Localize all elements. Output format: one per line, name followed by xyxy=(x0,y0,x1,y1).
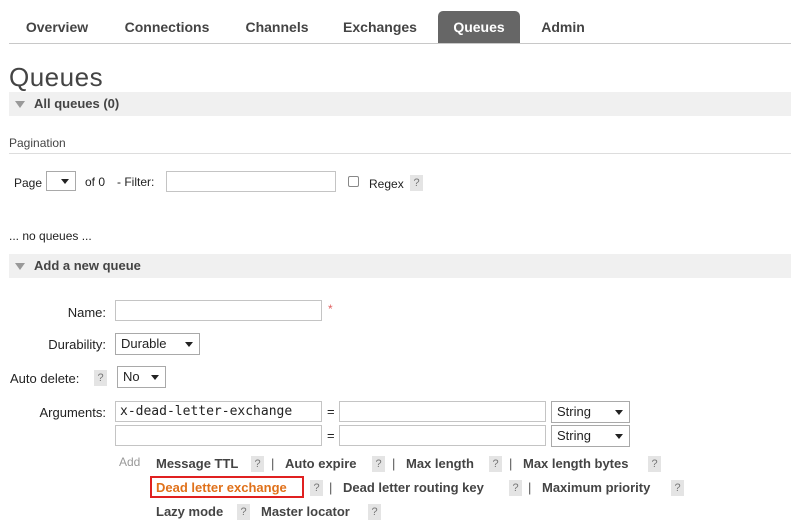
pagination-divider xyxy=(9,153,791,154)
dropdown-arrow-icon xyxy=(185,342,193,347)
pagination-heading: Pagination xyxy=(9,136,66,150)
queue-name-input[interactable] xyxy=(115,300,322,321)
arg-link-lazy-mode[interactable]: Lazy mode xyxy=(156,504,223,519)
argument-equals: = xyxy=(327,428,335,443)
tab-admin[interactable]: Admin xyxy=(527,11,599,43)
arg-link-dead-letter-routing-key[interactable]: Dead letter routing key xyxy=(343,480,484,495)
dropdown-arrow-icon xyxy=(615,434,623,439)
collapse-triangle-icon xyxy=(15,101,25,108)
arg-link-master-locator[interactable]: Master locator xyxy=(261,504,350,519)
arg-link-max-length-bytes[interactable]: Max length bytes xyxy=(523,456,628,471)
argument-value-input[interactable] xyxy=(339,401,546,422)
tab-connections[interactable]: Connections xyxy=(109,11,225,43)
add-queue-section-toggle[interactable]: Add a new queue xyxy=(9,254,791,278)
max-length-bytes-help-icon[interactable]: ? xyxy=(648,456,661,472)
argument-value-input[interactable] xyxy=(339,425,546,446)
all-queues-heading: All queues (0) xyxy=(34,96,120,111)
collapse-triangle-icon xyxy=(15,263,25,270)
auto-expire-help-icon[interactable]: ? xyxy=(372,456,385,472)
master-locator-help-icon[interactable]: ? xyxy=(368,504,381,520)
regex-label: Regex xyxy=(369,177,404,191)
separator: | xyxy=(271,456,275,471)
no-queues-text: ... no queues ... xyxy=(9,229,92,243)
regex-checkbox[interactable] xyxy=(348,176,359,187)
tab-channels[interactable]: Channels xyxy=(229,11,325,43)
main-nav-tabs: Overview Connections Channels Exchanges … xyxy=(9,11,791,44)
arg-link-maximum-priority[interactable]: Maximum priority xyxy=(542,480,650,495)
name-label: Name: xyxy=(67,305,106,320)
dead-letter-routing-key-help-icon[interactable]: ? xyxy=(509,480,522,496)
separator: | xyxy=(392,456,396,471)
arguments-label: Arguments: xyxy=(39,405,106,420)
durability-select[interactable]: Durable xyxy=(115,333,200,355)
regex-help-icon[interactable]: ? xyxy=(410,175,423,191)
dropdown-arrow-icon xyxy=(615,410,623,415)
argument-equals: = xyxy=(327,404,335,419)
page-count-text: of 0 xyxy=(85,175,106,189)
dropdown-arrow-icon xyxy=(61,179,69,184)
filter-input[interactable] xyxy=(166,171,336,192)
tab-exchanges[interactable]: Exchanges xyxy=(331,11,429,43)
required-marker: * xyxy=(328,302,333,316)
argument-key-input[interactable] xyxy=(115,425,322,446)
arg-link-max-length[interactable]: Max length xyxy=(406,456,474,471)
argument-key-input[interactable]: x-dead-letter-exchange xyxy=(115,401,322,422)
add-queue-heading: Add a new queue xyxy=(34,258,141,273)
argument-type-select[interactable]: String xyxy=(551,401,630,423)
durability-label: Durability: xyxy=(48,337,106,352)
separator: | xyxy=(509,456,513,471)
tab-overview[interactable]: Overview xyxy=(9,11,105,43)
lazy-mode-help-icon[interactable]: ? xyxy=(237,504,250,520)
auto-delete-select[interactable]: No xyxy=(117,366,166,388)
max-length-help-icon[interactable]: ? xyxy=(489,456,502,472)
filter-label: - Filter: xyxy=(117,175,155,189)
argument-type-select[interactable]: String xyxy=(551,425,630,447)
separator: | xyxy=(329,480,333,495)
page-title: Queues xyxy=(9,62,104,92)
separator: | xyxy=(528,480,532,495)
page-label: Page xyxy=(14,176,43,190)
arg-link-dead-letter-exchange[interactable]: Dead letter exchange xyxy=(156,480,287,495)
arg-link-message-ttl[interactable]: Message TTL xyxy=(156,456,238,471)
message-ttl-help-icon[interactable]: ? xyxy=(251,456,264,472)
arg-link-auto-expire[interactable]: Auto expire xyxy=(285,456,357,471)
all-queues-section-toggle[interactable]: All queues (0) xyxy=(9,92,791,116)
dead-letter-exchange-help-icon[interactable]: ? xyxy=(310,480,323,496)
dropdown-arrow-icon xyxy=(151,375,159,380)
page-select[interactable] xyxy=(46,171,76,191)
auto-delete-help-icon[interactable]: ? xyxy=(94,370,107,386)
maximum-priority-help-icon[interactable]: ? xyxy=(671,480,684,496)
add-argument-label: Add xyxy=(119,455,141,469)
tab-queues[interactable]: Queues xyxy=(438,11,520,43)
auto-delete-label: Auto delete: xyxy=(10,371,80,386)
